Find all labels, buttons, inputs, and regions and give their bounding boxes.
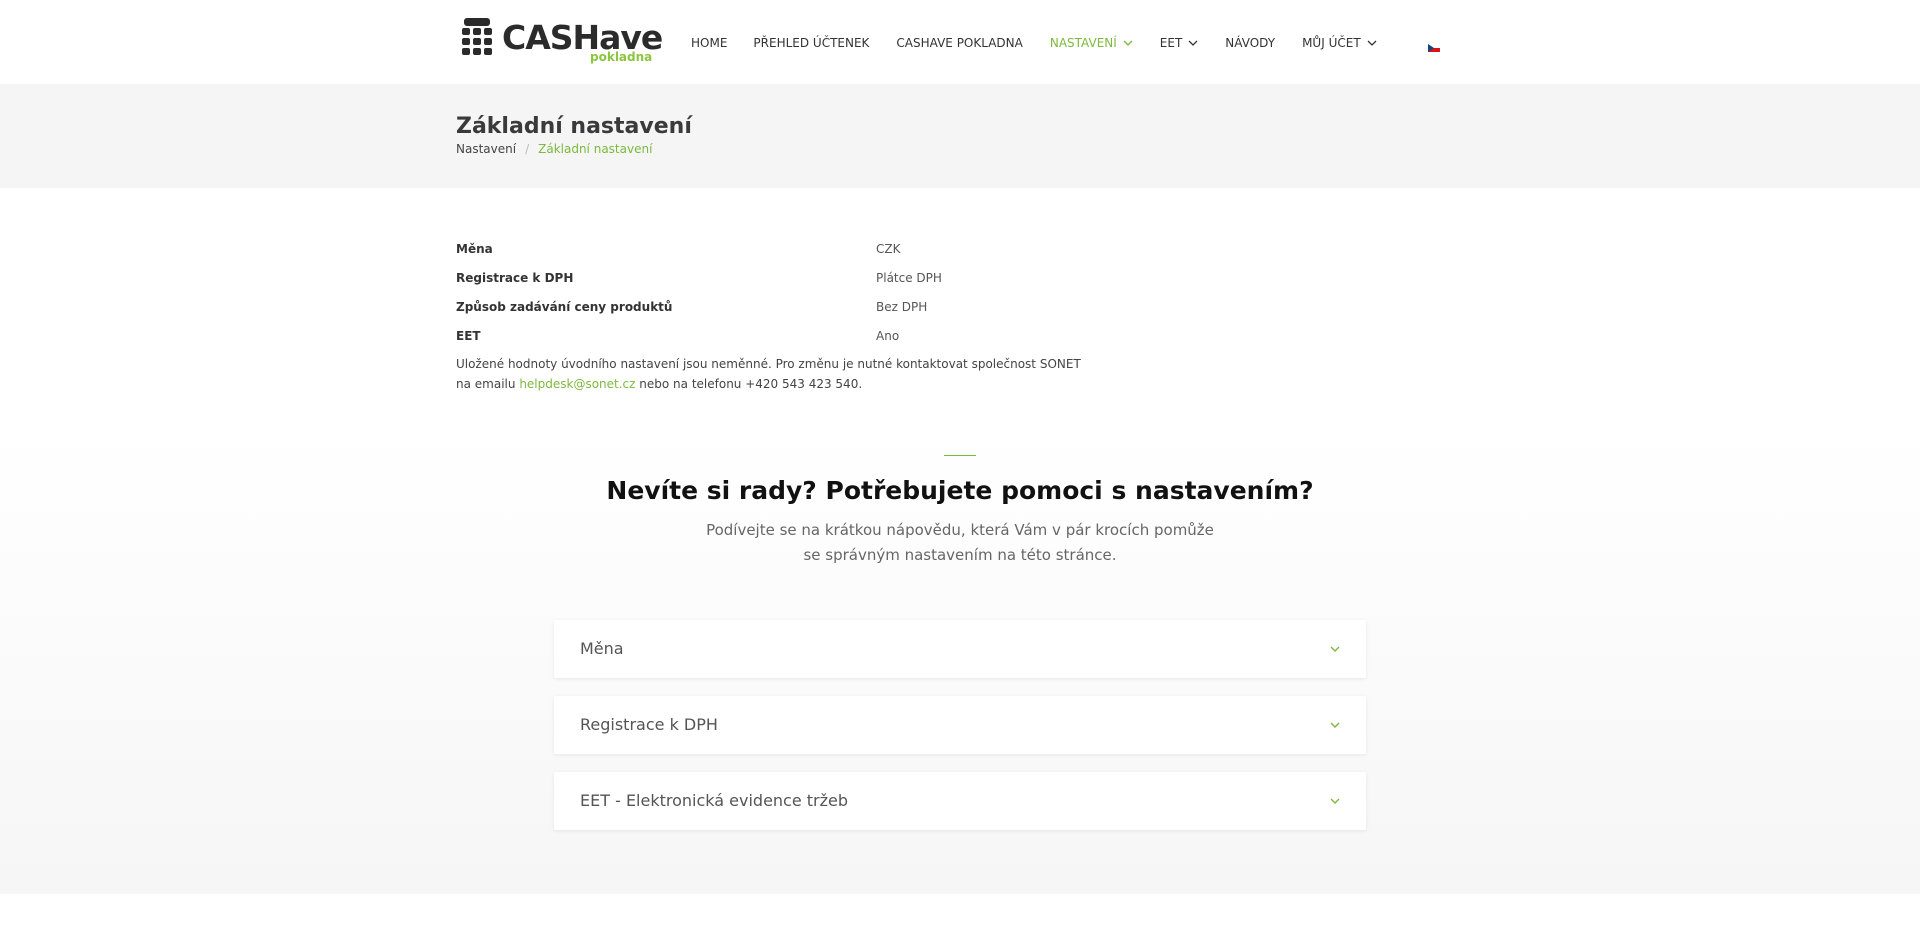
nav-settings-label: NASTAVENÍ [1049, 36, 1117, 50]
accordion-item-currency[interactable]: Měna [554, 620, 1366, 678]
settings-key: Registrace k DPH [456, 270, 574, 285]
settings-row-price-entry: Způsob zadávání ceny produktů Bez DPH [456, 292, 1096, 321]
breadcrumb-current: Základní nastavení [538, 142, 653, 156]
settings-value: CZK [876, 241, 901, 256]
chevron-down-icon [1330, 646, 1340, 652]
settings-key: EET [456, 328, 481, 343]
settings-row-eet: EET Ano [456, 321, 1096, 350]
section-divider [944, 455, 976, 456]
main-nav: HOME PŘEHLED ÚČTENEK CASHAVE POKLADNA NA… [691, 33, 1377, 53]
accordion-item-eet[interactable]: EET - Elektronická evidence tržeb [554, 772, 1366, 830]
chevron-down-icon [1188, 38, 1198, 48]
nav-receipts[interactable]: PŘEHLED ÚČTENEK [753, 36, 869, 50]
breadcrumb-parent[interactable]: Nastavení [456, 142, 516, 156]
chevron-down-icon [1330, 722, 1340, 728]
settings-summary: Měna CZK Registrace k DPH Plátce DPH Způ… [456, 234, 1096, 394]
page-title: Základní nastavení [456, 114, 692, 139]
settings-row-currency: Měna CZK [456, 234, 1096, 263]
accordion-label: Měna [580, 639, 624, 658]
accordion-label: EET - Elektronická evidence tržeb [580, 791, 849, 810]
settings-note: Uložené hodnoty úvodního nastavení jsou … [456, 354, 1096, 394]
nav-my-account[interactable]: MŮJ ÚČET [1302, 36, 1377, 50]
nav-cashave-pokladna[interactable]: CASHAVE POKLADNA [896, 36, 1022, 50]
accordion-label: Registrace k DPH [580, 715, 718, 734]
czech-flag-icon[interactable] [1428, 44, 1440, 52]
chevron-down-icon [1330, 798, 1340, 804]
nav-settings[interactable]: NASTAVENÍ [1050, 36, 1133, 50]
settings-value: Bez DPH [876, 299, 928, 314]
breadcrumb-separator: / [525, 142, 530, 156]
help-subtitle: Podívejte se na krátkou nápovědu, která … [706, 521, 1214, 564]
nav-guides[interactable]: NÁVODY [1225, 36, 1275, 50]
settings-value: Plátce DPH [876, 270, 942, 285]
settings-value: Ano [876, 328, 900, 343]
nav-my-account-label: MŮJ ÚČET [1302, 36, 1361, 50]
logo-subtitle: pokladna [590, 50, 653, 64]
nav-eet[interactable]: EET [1160, 36, 1199, 50]
calculator-icon [462, 18, 492, 55]
page-title-bar: Základní nastavení Nastavení / Základní … [0, 84, 1920, 188]
accordion-item-vat-registration[interactable]: Registrace k DPH [554, 696, 1366, 754]
logo[interactable]: CASHave pokladna [460, 18, 663, 64]
chevron-down-icon [1367, 38, 1377, 48]
note-text-2: nebo na telefonu +420 543 423 540. [639, 377, 863, 391]
site-header: CASHave pokladna HOME PŘEHLED ÚČTENEK CA… [0, 0, 1920, 84]
breadcrumb: Nastavení / Základní nastavení [456, 142, 652, 156]
settings-key: Způsob zadávání ceny produktů [456, 299, 673, 314]
settings-key: Měna [456, 241, 493, 256]
settings-row-vat-registration: Registrace k DPH Plátce DPH [456, 263, 1096, 292]
chevron-down-icon [1123, 38, 1133, 48]
helpdesk-email-link[interactable]: helpdesk@sonet.cz [519, 377, 635, 391]
help-section: Nevíte si rady? Potřebujete pomoci s nas… [0, 430, 1920, 894]
nav-eet-label: EET [1159, 36, 1183, 50]
nav-home[interactable]: HOME [691, 36, 727, 50]
help-title: Nevíte si rady? Potřebujete pomoci s nas… [606, 476, 1314, 505]
